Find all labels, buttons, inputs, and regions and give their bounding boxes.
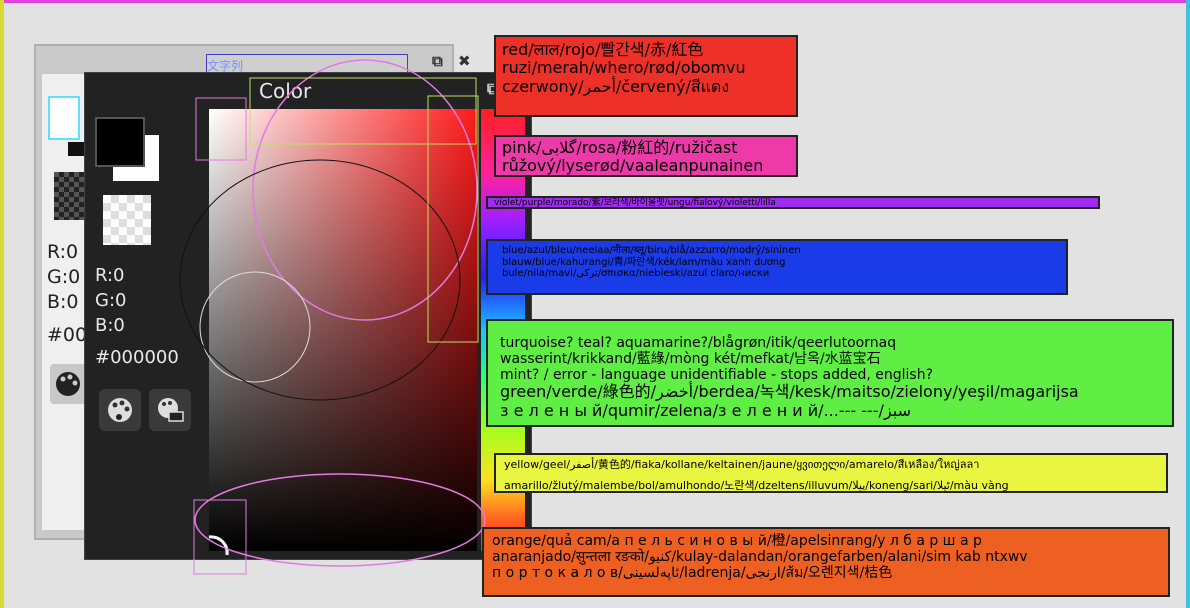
band-orange-line: anaranjado/सुन्तला रङको/کنیو/kulay-dalan… — [492, 549, 1028, 566]
band-red-line: ruzi/merah/whero/rød/obomvu — [502, 58, 746, 78]
band-blue-line: blue/azul/bleu/neelaa/नीला/ब्लू/biru/blå… — [502, 245, 801, 256]
band-green-line: mint? / error - language unidentifiable … — [500, 367, 934, 384]
band-green-line: turquoise? teal? aquamarine?/blågrøn/iti… — [500, 335, 897, 351]
band-yellow: yellow/geel/أصفر/黄色的/fiaka/kollane/kelta… — [494, 453, 1168, 493]
band-orange-line: orange/quả cam/а п е л ь с и н о в ы й/橙… — [492, 533, 982, 549]
band-yellow-line: amarillo/žlutý/malembe/bol/amulhondo/노란색… — [504, 478, 1009, 492]
band-green-line: green/verde/綠色的/أخضر/berdea/녹색/kesk/mait… — [500, 382, 1079, 402]
band-violet: violet/purple/morado/紫/보라색/바이올렛/ungu/fia… — [486, 196, 1100, 209]
band-red-line: red/लाल/rojo/빨간색/赤/紅色 — [502, 40, 704, 59]
band-blue: blue/azul/bleu/neelaa/नीला/ब्लू/biru/blå… — [486, 239, 1068, 295]
band-green-line: wasserint/krikkand/藍綠/mòng két/mefkat/남옥… — [500, 351, 881, 368]
band-pink: pink/گلابی/rosa/粉紅的/ružičast růžový/lyse… — [494, 135, 798, 177]
band-orange-line: п о р т о к а л о в/ئاپەلسینی/ladrenja/ا… — [492, 565, 893, 582]
band-yellow-line: yellow/geel/أصفر/黄色的/fiaka/kollane/kelta… — [504, 458, 980, 471]
band-violet-line: violet/purple/morado/紫/보라색/바이올렛/ungu/fia… — [494, 198, 776, 208]
band-pink-line: pink/گلابی/rosa/粉紅的/ružičast — [502, 138, 738, 157]
band-green: turquoise? teal? aquamarine?/blågrøn/iti… — [486, 319, 1174, 427]
band-green-line: з е л е н ы й/qumir/zelena/з е л е н и й… — [500, 400, 912, 420]
band-orange: orange/quả cam/а п е л ь с и н о в ы й/橙… — [482, 527, 1170, 597]
band-red: red/लाल/rojo/빨간색/赤/紅色 ruzi/merah/whero/r… — [494, 35, 798, 117]
band-pink-line: růžový/lyserød/vaaleanpunainen — [502, 156, 764, 176]
band-blue-line: blauw/blue/kahurangi/青/파란색/kék/lam/màu x… — [502, 256, 786, 268]
band-red-line: czerwony/أحمر/červený/สีแดง — [502, 76, 730, 96]
band-blue-line: bule/nila/mavi/ترکی/σπισκα/niebieski/azu… — [502, 268, 770, 279]
